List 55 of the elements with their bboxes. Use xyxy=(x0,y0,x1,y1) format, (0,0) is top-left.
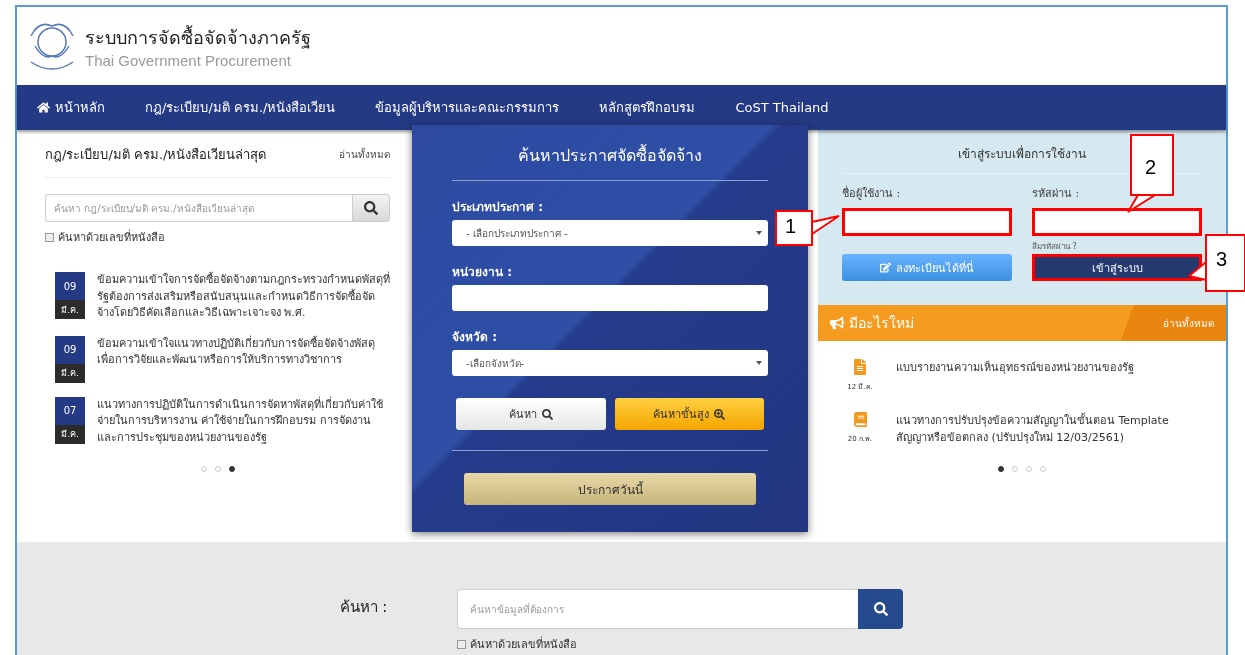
nav-link[interactable]: กฎ/ระเบียบ/มติ ครม./หนังสือเวียน xyxy=(145,97,336,118)
circular-link[interactable]: ข้อมความเข้าใจแนวทางปฏิบัติเกี่ยวกับการจัดซื้อจัดจ้างพัสดุเพื่อการวิจัยและพัฒนาหรือการให้บริการทางวิชาการ xyxy=(97,335,390,369)
news-link[interactable]: แบบรายงานความเห็นอุทธรณ์ของหน่วยงานของรัฐ xyxy=(896,359,1134,392)
document-icon xyxy=(852,359,868,375)
search-field[interactable]: ค้นหา กฎ/ระเบียบ/มติ ครม./หนังสือเวียนล่าสุด xyxy=(45,194,352,222)
field-label: หน่วยงาน : xyxy=(452,264,513,281)
dropdown[interactable]: - เลือกประเภทประกาศ - xyxy=(452,220,768,246)
checkbox-label: ค้นหาด้วยเลขที่หนังสือ xyxy=(470,635,578,653)
search-button[interactable]: ค้นหา xyxy=(456,398,606,430)
nav-link[interactable]: ข้อมูลผู้บริหารและคณะกรรมการ xyxy=(375,97,560,118)
username-label: ชื่อผู้ใช้งาน : xyxy=(842,184,902,202)
zoom-in-icon xyxy=(714,408,726,420)
book-icon xyxy=(852,412,868,427)
login-button[interactable]: เข้าสู่ระบบ xyxy=(1032,254,1202,281)
nav-link[interactable]: หน้าหลัก xyxy=(37,97,105,118)
pager-dot[interactable] xyxy=(998,466,1004,473)
callout: 1 xyxy=(775,210,841,246)
search-icon xyxy=(873,602,888,616)
username-input[interactable] xyxy=(842,208,1012,236)
circular-link[interactable]: แนวทางการปฏิบัติในการดำเนินการจัดหาพัสดุที่เกี่ยวกับค่าใช้จ่ายในการบริหารงาน ค่าใช้จ่ายในการฝึกอบรม การจัดงาน และการประชุมของหน่วยงานของรัฐ xyxy=(97,396,390,446)
password-label: รหัสผ่าน : xyxy=(1032,186,1081,202)
agency-input[interactable] xyxy=(452,285,768,311)
panel-title: ค้นหาประกาศจัดซื้อจัดจ้าง xyxy=(452,143,768,181)
search-button[interactable] xyxy=(352,194,390,222)
site-title: ระบบการจัดซื้อจัดจ้างภาครัฐ xyxy=(85,24,311,51)
date-day: 09 xyxy=(55,272,85,300)
callout: 3 xyxy=(1186,234,1245,292)
news-link[interactable]: แนวทางการปรับปรุงข้อความสัญญาในขั้นตอน Template สัญญาหรือข้อตกลง (ปรับปรุงใหม่ 12/03/2561) xyxy=(896,412,1196,447)
whats-new-title: มีอะไรใหม่ xyxy=(849,314,914,333)
home-icon xyxy=(37,101,50,114)
pager-dot[interactable] xyxy=(228,466,235,472)
section-title: กฎ/ระเบียบ/มติ ครม./หนังสือเวียนล่าสุด xyxy=(45,146,267,165)
edit-icon xyxy=(880,262,891,273)
date-day: 09 xyxy=(55,335,85,364)
date-month: มี.ค. xyxy=(55,300,85,319)
dropdown[interactable]: -เลือกจังหวัด- xyxy=(452,350,768,376)
field-label: จังหวัด : xyxy=(452,329,498,346)
site-subtitle: Thai Government Procurement xyxy=(85,52,292,69)
checkbox[interactable] xyxy=(45,232,54,242)
megaphone-icon xyxy=(830,316,844,330)
nav-link[interactable]: หลักสูตรฝึกอบรม xyxy=(599,97,696,118)
nav-link[interactable]: CoST Thailand xyxy=(735,100,829,115)
read-all-link[interactable]: อ่านทั้งหมด xyxy=(339,147,390,162)
checkbox[interactable] xyxy=(457,639,467,649)
site-search-field[interactable]: ค้นหาข้อมูลที่ต้องการ xyxy=(457,589,859,629)
today-button[interactable]: ประกาศวันนี้ xyxy=(464,473,756,505)
search-icon xyxy=(541,408,553,420)
date-day: 07 xyxy=(55,396,85,425)
search-icon xyxy=(364,201,378,215)
search-label: ค้นหา : xyxy=(339,597,388,618)
circular-link[interactable]: ข้อมความเข้าใจการจัดซื้อจัดจ้างตามกฎกระทรวงกำหนดพัสดุที่รัฐต้องการส่งเสริมหรือสนับสนุนและกำหนดวิธีการจัดซื้อจัดจ้างโดยวิธีคัดเลือกและวิธีเฉพาะเจาะจง พ.ศ. xyxy=(97,272,390,322)
checkbox-label: ค้นหาด้วยเลขที่หนังสือ xyxy=(58,228,165,246)
advanced-search-button[interactable]: ค้นหาขั้นสูง xyxy=(614,398,764,430)
field-label: ประเภทประกาศ : xyxy=(452,199,544,216)
search-button[interactable] xyxy=(858,589,904,629)
